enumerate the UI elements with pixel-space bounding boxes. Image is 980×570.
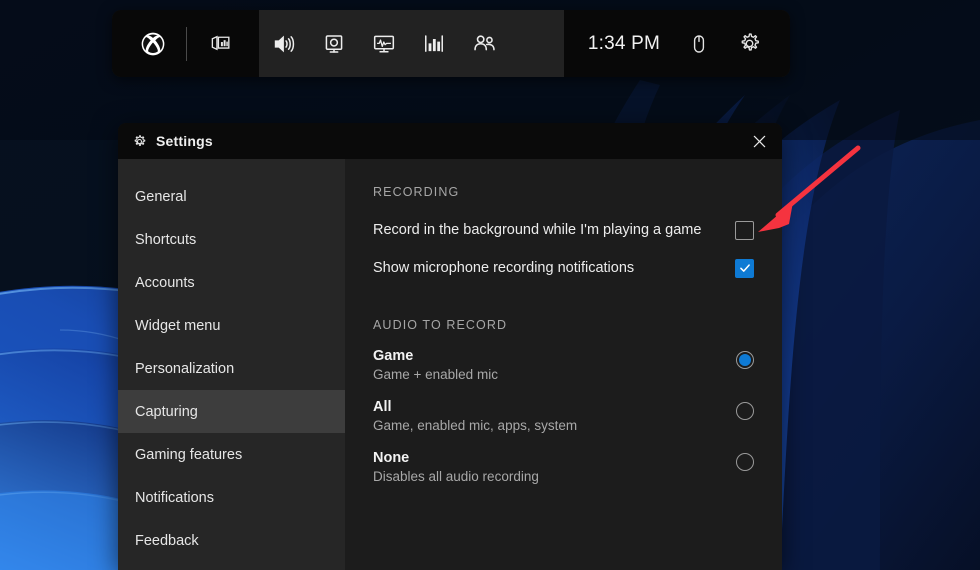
setting-label: Show microphone recording notifications bbox=[373, 260, 735, 276]
audio-section-heading: AUDIO TO RECORD bbox=[373, 318, 754, 332]
settings-panel: Settings General Shortcuts Accounts Widg… bbox=[118, 123, 782, 570]
sidebar-item-widget-menu[interactable]: Widget menu bbox=[118, 304, 345, 347]
settings-titlebar: Settings bbox=[118, 123, 782, 159]
sidebar-item-feedback[interactable]: Feedback bbox=[118, 519, 345, 562]
option-title: Game bbox=[373, 348, 736, 364]
record-in-background-checkbox[interactable] bbox=[735, 221, 754, 240]
audio-option-none: None Disables all audio recording bbox=[373, 450, 754, 484]
audio-option-all: All Game, enabled mic, apps, system bbox=[373, 399, 754, 433]
gear-icon[interactable] bbox=[724, 10, 774, 77]
sidebar-item-capturing[interactable]: Capturing bbox=[118, 390, 345, 433]
mouse-glyph bbox=[687, 32, 711, 56]
audio-radio-none[interactable] bbox=[736, 453, 754, 471]
sidebar-item-label: Accounts bbox=[135, 275, 195, 291]
widgets-icon[interactable] bbox=[195, 10, 245, 77]
gamebar-widget-group bbox=[259, 10, 509, 77]
xbox-logo-icon[interactable] bbox=[128, 10, 178, 77]
audio-glyph bbox=[271, 31, 297, 57]
setting-row-record-in-background: Record in the background while I'm playi… bbox=[373, 216, 754, 244]
gamebar-left-group bbox=[112, 10, 259, 77]
xbox-game-bar-toolbar[interactable]: 1:34 PM bbox=[112, 10, 790, 77]
sidebar-item-label: General bbox=[135, 189, 187, 205]
option-subtitle: Game, enabled mic, apps, system bbox=[373, 418, 736, 433]
sidebar-item-label: Feedback bbox=[135, 533, 199, 549]
capturing-settings-content: RECORDING Record in the background while… bbox=[345, 159, 782, 570]
sidebar-item-shortcuts[interactable]: Shortcuts bbox=[118, 218, 345, 261]
gear-icon bbox=[132, 134, 147, 149]
sidebar-item-notifications[interactable]: Notifications bbox=[118, 476, 345, 519]
sidebar-item-personalization[interactable]: Personalization bbox=[118, 347, 345, 390]
social-icon[interactable] bbox=[459, 10, 509, 77]
option-text: Game Game + enabled mic bbox=[373, 348, 736, 382]
resources-icon[interactable] bbox=[359, 10, 409, 77]
settings-body: General Shortcuts Accounts Widget menu P… bbox=[118, 159, 782, 570]
clock: 1:34 PM bbox=[578, 33, 674, 55]
option-subtitle: Game + enabled mic bbox=[373, 367, 736, 382]
page-title: Settings bbox=[156, 133, 213, 149]
xbox-logo-glyph bbox=[140, 31, 166, 57]
sidebar-item-accounts[interactable]: Accounts bbox=[118, 261, 345, 304]
sidebar-item-label: Capturing bbox=[135, 404, 198, 420]
setting-label: Record in the background while I'm playi… bbox=[373, 222, 735, 238]
audio-radio-all[interactable] bbox=[736, 402, 754, 420]
capture-icon[interactable] bbox=[309, 10, 359, 77]
close-icon[interactable] bbox=[736, 123, 782, 159]
option-text: None Disables all audio recording bbox=[373, 450, 736, 484]
option-title: All bbox=[373, 399, 736, 415]
performance-icon[interactable] bbox=[409, 10, 459, 77]
resources-glyph bbox=[371, 31, 397, 57]
sidebar-item-label: Gaming features bbox=[135, 447, 242, 463]
toolbar-divider bbox=[186, 27, 187, 61]
radio-dot bbox=[739, 354, 751, 366]
close-glyph bbox=[750, 132, 769, 151]
check-icon bbox=[738, 261, 752, 275]
option-text: All Game, enabled mic, apps, system bbox=[373, 399, 736, 433]
sidebar-item-general[interactable]: General bbox=[118, 175, 345, 218]
sidebar-item-gaming-features[interactable]: Gaming features bbox=[118, 433, 345, 476]
sidebar-item-label: Shortcuts bbox=[135, 232, 196, 248]
gear-glyph bbox=[737, 31, 762, 56]
settings-sidebar: General Shortcuts Accounts Widget menu P… bbox=[118, 159, 345, 570]
gamebar-right-group: 1:34 PM bbox=[564, 10, 790, 77]
recording-section-heading: RECORDING bbox=[373, 185, 754, 199]
capture-glyph bbox=[321, 31, 347, 57]
social-glyph bbox=[471, 30, 498, 57]
sidebar-item-label: Notifications bbox=[135, 490, 214, 506]
setting-row-mic-notifications: Show microphone recording notifications bbox=[373, 254, 754, 282]
audio-radio-game[interactable] bbox=[736, 351, 754, 369]
mic-notifications-checkbox[interactable] bbox=[735, 259, 754, 278]
sidebar-item-label: Widget menu bbox=[135, 318, 220, 334]
option-subtitle: Disables all audio recording bbox=[373, 469, 736, 484]
mouse-icon[interactable] bbox=[674, 10, 724, 77]
performance-glyph bbox=[421, 31, 447, 57]
audio-option-game: Game Game + enabled mic bbox=[373, 348, 754, 382]
audio-icon[interactable] bbox=[259, 10, 309, 77]
sidebar-item-label: Personalization bbox=[135, 361, 234, 377]
widgets-glyph bbox=[208, 31, 233, 56]
option-title: None bbox=[373, 450, 736, 466]
gear-glyph bbox=[132, 134, 147, 149]
